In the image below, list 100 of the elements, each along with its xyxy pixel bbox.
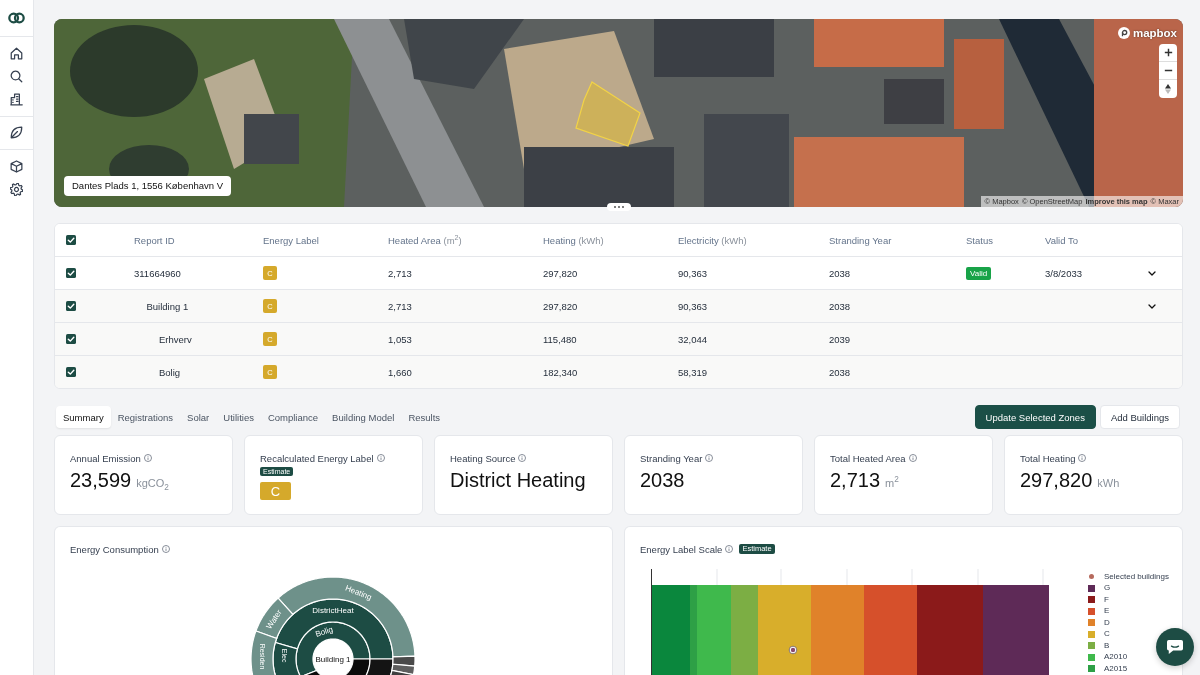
checkbox[interactable] — [66, 367, 76, 377]
info-icon — [376, 454, 385, 462]
checkbox[interactable] — [66, 235, 76, 245]
table-cell: 2,713 — [388, 300, 412, 312]
table-cell-text: Building 1 — [145, 300, 189, 312]
info-icon — [725, 545, 734, 553]
card-title: Recalculated Energy Label — [260, 452, 374, 464]
legend-label: C — [1104, 629, 1110, 640]
legend-label: D — [1104, 617, 1110, 628]
card-title: Total Heating — [1020, 452, 1076, 464]
tab[interactable]: Utilities — [216, 406, 261, 428]
card-title: Heating Source — [450, 452, 516, 464]
compass-button[interactable] — [1159, 80, 1177, 98]
chevron-icon[interactable] — [1148, 270, 1156, 276]
map-logo-text: mapbox — [1132, 26, 1177, 40]
table-cell: 115,480 — [543, 333, 577, 345]
status-badge: Valid — [966, 266, 992, 280]
segment-label: Bolig — [314, 624, 335, 639]
legend-label: A2015 — [1104, 663, 1128, 674]
tab[interactable]: Registrations — [110, 406, 181, 428]
column-header: Status — [966, 234, 993, 246]
legend-label: F — [1104, 594, 1109, 605]
table-cell: 297,820 — [543, 300, 578, 312]
stat-value: 2038 — [640, 468, 685, 492]
info-icon — [143, 454, 152, 462]
table-cell: 297,820 — [543, 267, 578, 279]
column-header: Electricity (kWh) — [678, 234, 747, 246]
compass-icon — [1165, 84, 1171, 94]
chat-icon — [1166, 639, 1184, 655]
legend-label: A2010 — [1104, 652, 1128, 663]
update-button[interactable]: Update Selected Zones — [974, 405, 1096, 429]
table-cell: 2038 — [829, 366, 851, 378]
table-cell: 3/8/2033 — [1045, 267, 1082, 279]
table-cell: 2,713 — [388, 267, 412, 279]
map-logo-icon — [1117, 27, 1130, 39]
card-title: Stranding Year — [640, 452, 703, 464]
selected-building-marker — [788, 645, 798, 655]
tab[interactable]: Summary — [56, 406, 111, 428]
card-title: Total Heated Area — [830, 452, 906, 464]
checkbox[interactable] — [66, 334, 76, 344]
stat-value: 297,820 — [1020, 468, 1093, 492]
table-cell: 182,340 — [543, 366, 578, 378]
table-cell: 1,053 — [388, 333, 412, 345]
info-icon — [705, 454, 714, 462]
tab[interactable]: Compliance — [260, 406, 326, 428]
table-cell: 1,660 — [388, 366, 412, 378]
building-icon[interactable] — [10, 92, 23, 106]
center-label: Building 1 — [315, 654, 351, 664]
legend-label: Selected buildings — [1104, 571, 1169, 582]
column-header: Heated Area (m$^{2}$) — [388, 234, 462, 246]
card-title: Annual Emission — [70, 452, 141, 464]
legend-label: E — [1104, 606, 1110, 617]
panel-title: Energy Consumption — [70, 543, 159, 555]
leaf-icon[interactable] — [10, 126, 23, 139]
stat-unit: kgCO$_{2}$ — [136, 477, 169, 489]
add-button[interactable]: Add Buildings — [1099, 405, 1180, 429]
panel-title: Energy Label Scale — [640, 543, 723, 555]
stat-value: 2,713 — [830, 468, 881, 492]
chevron-icon[interactable] — [1148, 303, 1156, 309]
column-header: Stranding Year — [829, 234, 892, 246]
checkbox[interactable] — [66, 301, 76, 311]
info-icon — [161, 545, 170, 553]
stat-value: District Heating — [450, 468, 586, 492]
table-cell: 90,363 — [678, 300, 708, 312]
stat-unit: m$^{2}$ — [885, 477, 899, 489]
cube-icon[interactable] — [10, 159, 23, 173]
info-icon — [1078, 454, 1087, 462]
table-cell: 2039 — [829, 333, 851, 345]
stat-unit: kWh — [1097, 477, 1120, 489]
plus-icon — [1163, 48, 1173, 57]
column-header: Report ID — [134, 234, 175, 246]
tab[interactable]: Results — [401, 406, 448, 428]
column-header: Energy Label — [263, 234, 319, 246]
logo-icon[interactable] — [8, 12, 25, 24]
table-cell: 32,044 — [678, 333, 708, 345]
table-cell: 58,319 — [678, 366, 708, 378]
legend-label: G — [1104, 583, 1111, 594]
column-header: Valid To — [1045, 234, 1078, 246]
tab[interactable]: Solar — [180, 406, 217, 428]
legend-label: B — [1104, 640, 1110, 651]
search-icon[interactable] — [10, 69, 23, 83]
table-cell: 2038 — [829, 300, 851, 312]
table-cell: 90,363 — [678, 267, 708, 279]
settings-icon[interactable] — [10, 182, 23, 196]
table-cell-text: Bolig — [158, 366, 181, 378]
minus-icon — [1163, 69, 1173, 72]
info-icon — [518, 454, 527, 462]
checkbox[interactable] — [66, 268, 76, 278]
energy-label-badge: C — [260, 482, 291, 500]
info-icon — [908, 454, 917, 462]
segment-label: DistrictHeat — [312, 606, 354, 615]
address-label: Dantes Plads 1, 1556 København V — [64, 176, 232, 196]
home-icon[interactable] — [10, 46, 23, 60]
tab[interactable]: Building Model — [325, 406, 402, 428]
stat-value: 23,599 — [70, 468, 132, 492]
table-cell: 2038 — [829, 267, 851, 279]
drag-handle-icon[interactable] — [606, 203, 631, 211]
table-cell: 311664960 — [134, 267, 181, 279]
table-cell-text: Erhverv — [158, 333, 192, 345]
zoom-in-button[interactable] — [1159, 44, 1177, 62]
